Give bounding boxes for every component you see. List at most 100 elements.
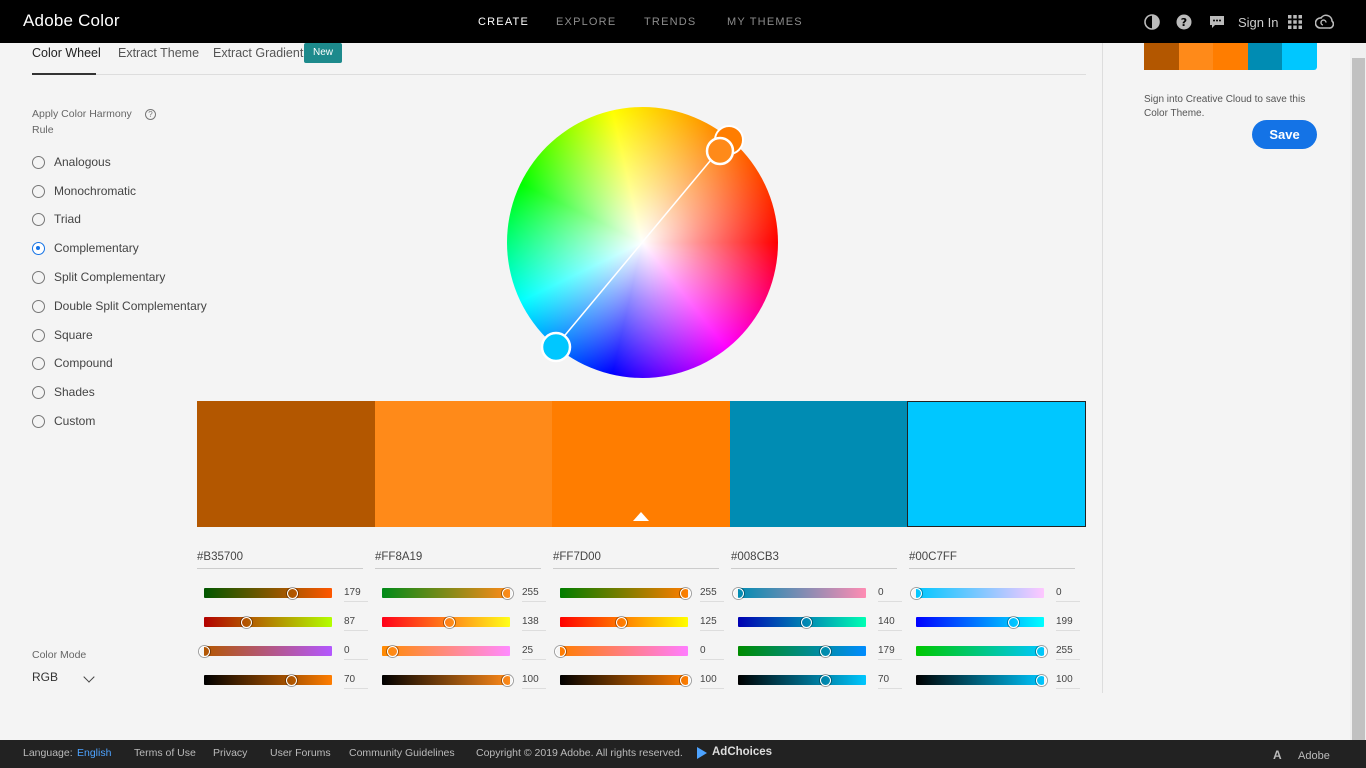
slider-knob-r5[interactable] xyxy=(911,588,922,599)
footer-guidelines-link[interactable]: Community Guidelines xyxy=(349,747,455,759)
slider-knob-g1[interactable] xyxy=(241,617,252,628)
save-button[interactable]: Save xyxy=(1252,120,1317,149)
creative-cloud-icon[interactable] xyxy=(1315,14,1334,31)
slider-value-r4[interactable]: 0 xyxy=(878,587,902,602)
hex-field-3[interactable]: #FF7D00 xyxy=(553,551,719,569)
radio-checked-icon[interactable] xyxy=(32,242,45,255)
slider-track-b5[interactable] xyxy=(916,646,1044,656)
slider-value-g4[interactable]: 140 xyxy=(878,616,902,631)
slider-track-r2[interactable] xyxy=(382,588,510,598)
slider-track-r1[interactable] xyxy=(204,588,332,598)
slider-track-g1[interactable] xyxy=(204,617,332,627)
footer-terms-link[interactable]: Terms of Use xyxy=(134,747,196,759)
slider-knob-v2[interactable] xyxy=(502,675,513,686)
radio-icon[interactable] xyxy=(32,415,45,428)
tab-color-wheel[interactable]: Color Wheel xyxy=(32,46,101,60)
slider-track-v4[interactable] xyxy=(738,675,866,685)
radio-icon[interactable] xyxy=(32,357,45,370)
radio-icon[interactable] xyxy=(32,329,45,342)
slider-value-v4[interactable]: 70 xyxy=(878,674,902,689)
harmony-help-icon[interactable]: ? xyxy=(145,109,156,120)
swatch-3-base[interactable] xyxy=(552,401,730,527)
wheel-handle-complement[interactable] xyxy=(540,331,572,363)
slider-knob-g3[interactable] xyxy=(616,617,627,628)
nav-my-themes[interactable]: MY THEMES xyxy=(727,16,803,28)
scrollbar-thumb[interactable] xyxy=(1352,58,1365,740)
slider-knob-r1[interactable] xyxy=(287,588,298,599)
slider-knob-r3[interactable] xyxy=(680,588,691,599)
radio-icon[interactable] xyxy=(32,386,45,399)
slider-track-b1[interactable] xyxy=(204,646,332,656)
wheel-handle-secondary[interactable] xyxy=(705,136,735,166)
hex-field-1[interactable]: #B35700 xyxy=(197,551,363,569)
apps-grid-icon[interactable] xyxy=(1287,14,1303,30)
footer-forums-link[interactable]: User Forums xyxy=(270,747,331,759)
radio-icon[interactable] xyxy=(32,213,45,226)
slider-knob-v5[interactable] xyxy=(1036,675,1047,686)
slider-knob-b2[interactable] xyxy=(387,646,398,657)
slider-value-b3[interactable]: 0 xyxy=(700,645,724,660)
slider-value-b5[interactable]: 255 xyxy=(1056,645,1080,660)
feedback-icon[interactable] xyxy=(1209,14,1225,30)
slider-knob-b5[interactable] xyxy=(1036,646,1047,657)
nav-create[interactable]: CREATE xyxy=(478,16,529,28)
radio-icon[interactable] xyxy=(32,156,45,169)
slider-knob-v1[interactable] xyxy=(286,675,297,686)
hex-field-2[interactable]: #FF8A19 xyxy=(375,551,541,569)
nav-trends[interactable]: TRENDS xyxy=(644,16,696,28)
slider-value-b2[interactable]: 25 xyxy=(522,645,546,660)
slider-knob-r4[interactable] xyxy=(733,588,744,599)
hex-field-5[interactable]: #00C7FF xyxy=(909,551,1075,569)
language-link[interactable]: English xyxy=(77,747,111,759)
radio-icon[interactable] xyxy=(32,271,45,284)
slider-value-g1[interactable]: 87 xyxy=(344,616,368,631)
slider-value-b1[interactable]: 0 xyxy=(344,645,368,660)
slider-knob-g2[interactable] xyxy=(444,617,455,628)
slider-value-r2[interactable]: 255 xyxy=(522,587,546,602)
slider-knob-v3[interactable] xyxy=(680,675,691,686)
brand-title[interactable]: Adobe Color xyxy=(23,11,120,31)
swatch-2[interactable] xyxy=(375,401,552,527)
slider-track-b3[interactable] xyxy=(560,646,688,656)
slider-track-b4[interactable] xyxy=(738,646,866,656)
slider-value-r5[interactable]: 0 xyxy=(1056,587,1080,602)
slider-knob-g5[interactable] xyxy=(1008,617,1019,628)
slider-value-r1[interactable]: 179 xyxy=(344,587,368,602)
hex-field-4[interactable]: #008CB3 xyxy=(731,551,897,569)
slider-track-v5[interactable] xyxy=(916,675,1044,685)
slider-track-v2[interactable] xyxy=(382,675,510,685)
slider-track-g5[interactable] xyxy=(916,617,1044,627)
footer-privacy-link[interactable]: Privacy xyxy=(213,747,247,759)
slider-value-v2[interactable]: 100 xyxy=(522,674,546,689)
slider-value-v1[interactable]: 70 xyxy=(344,674,368,689)
slider-track-b2[interactable] xyxy=(382,646,510,656)
slider-knob-b3[interactable] xyxy=(555,646,566,657)
slider-knob-g4[interactable] xyxy=(801,617,812,628)
slider-knob-r2[interactable] xyxy=(502,588,513,599)
radio-icon[interactable] xyxy=(32,300,45,313)
adchoices-link[interactable]: AdChoices xyxy=(712,746,772,758)
slider-knob-b4[interactable] xyxy=(820,646,831,657)
tab-extract-gradient[interactable]: Extract Gradient xyxy=(213,46,303,60)
swatch-1[interactable] xyxy=(197,401,375,527)
nav-explore[interactable]: EXPLORE xyxy=(556,16,616,28)
slider-value-v5[interactable]: 100 xyxy=(1056,674,1080,689)
slider-knob-b1[interactable] xyxy=(199,646,210,657)
slider-value-r3[interactable]: 255 xyxy=(700,587,724,602)
slider-value-b4[interactable]: 179 xyxy=(878,645,902,660)
radio-icon[interactable] xyxy=(32,185,45,198)
slider-value-v3[interactable]: 100 xyxy=(700,674,724,689)
swatch-4[interactable] xyxy=(730,401,907,527)
tab-extract-theme[interactable]: Extract Theme xyxy=(118,46,199,60)
slider-track-r3[interactable] xyxy=(560,588,688,598)
slider-value-g3[interactable]: 125 xyxy=(700,616,724,631)
adchoices-icon[interactable] xyxy=(697,747,707,759)
slider-knob-v4[interactable] xyxy=(820,675,831,686)
theme-toggle-icon[interactable] xyxy=(1144,14,1160,30)
sign-in-link[interactable]: Sign In xyxy=(1238,15,1278,30)
slider-track-r4[interactable] xyxy=(738,588,866,598)
slider-track-v1[interactable] xyxy=(204,675,332,685)
help-icon[interactable]: ? xyxy=(1176,14,1192,30)
slider-value-g5[interactable]: 199 xyxy=(1056,616,1080,631)
swatch-5[interactable] xyxy=(907,401,1086,527)
